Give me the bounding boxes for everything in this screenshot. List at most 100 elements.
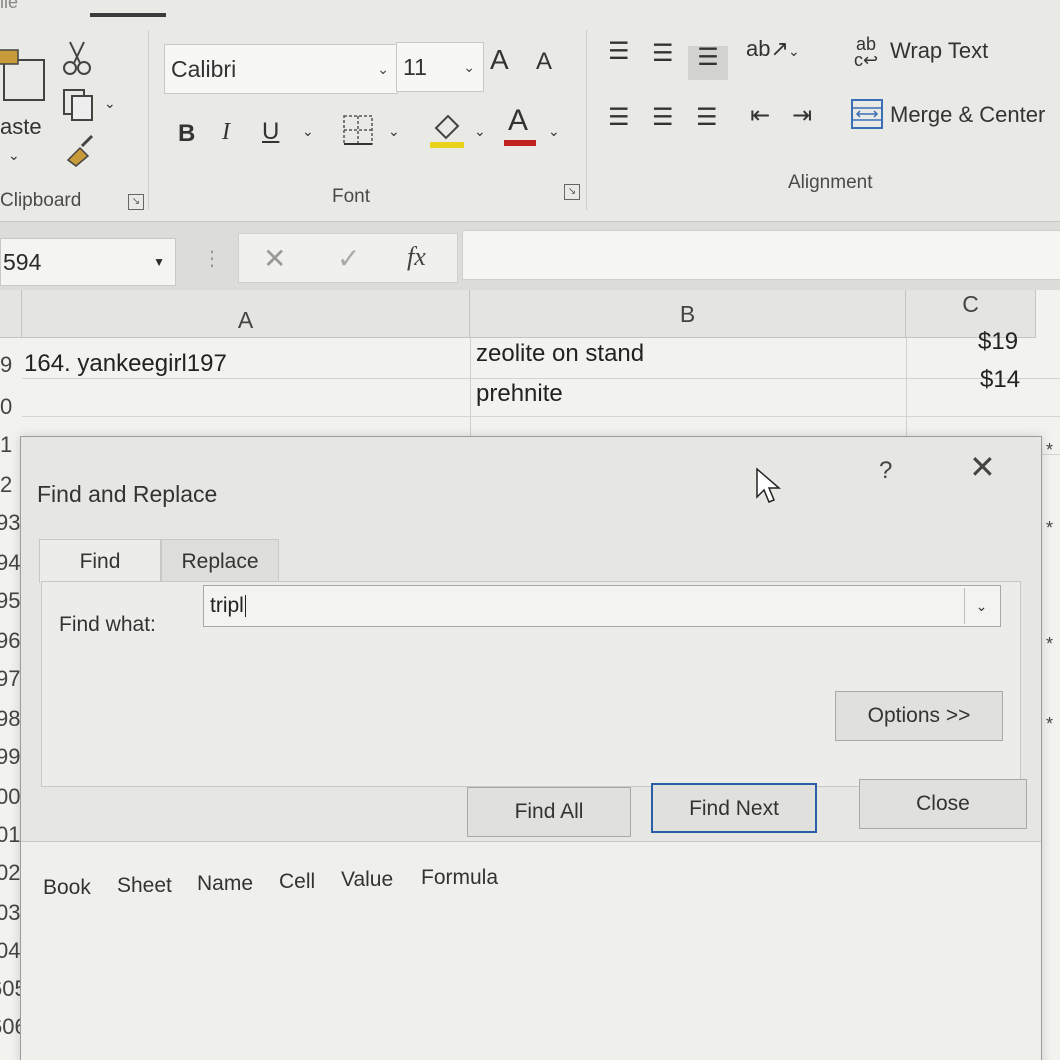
decrease-indent-icon[interactable]: ⇤: [750, 104, 770, 128]
row-number[interactable]: 97: [0, 666, 20, 692]
results-column-sheet[interactable]: Sheet: [117, 874, 172, 898]
name-box[interactable]: 594 ▼: [0, 238, 176, 286]
tab-find[interactable]: Find: [39, 539, 161, 583]
borders-icon[interactable]: [342, 114, 376, 148]
row-number[interactable]: 00: [0, 784, 20, 810]
row-number[interactable]: 0: [0, 394, 22, 420]
group-divider: [148, 30, 149, 210]
chevron-down-icon[interactable]: ⌄: [964, 588, 998, 624]
bold-button[interactable]: B: [178, 122, 195, 146]
align-right-icon[interactable]: ☰: [696, 106, 718, 130]
results-column-book[interactable]: Book: [43, 876, 91, 900]
clipboard-group-label: Clipboard: [0, 190, 82, 211]
group-divider: [586, 30, 587, 210]
row-number[interactable]: 01: [0, 822, 20, 848]
cancel-entry-icon[interactable]: ✕: [263, 242, 286, 275]
align-center-icon[interactable]: ☰: [652, 106, 674, 130]
close-button[interactable]: Close: [859, 779, 1027, 829]
find-all-button[interactable]: Find All: [467, 787, 631, 837]
select-all-corner[interactable]: [0, 290, 22, 338]
row-number[interactable]: 02: [0, 860, 20, 886]
cell-b[interactable]: prehnite: [476, 380, 563, 408]
cell-c[interactable]: $19: [978, 328, 1018, 356]
results-column-value[interactable]: Value: [341, 868, 393, 892]
insert-function-icon[interactable]: fx: [407, 242, 426, 272]
paste-button[interactable]: aste: [0, 114, 42, 140]
font-color-icon[interactable]: A: [508, 106, 528, 136]
formula-bar-grip-icon[interactable]: ⋮: [202, 246, 222, 271]
row-number[interactable]: 96: [0, 628, 20, 654]
orientation-dropdown-icon[interactable]: ⌄: [788, 44, 800, 58]
cell-marker: *: [1046, 714, 1054, 734]
tab-replace[interactable]: Replace: [161, 539, 279, 583]
orientation-icon[interactable]: ab↗: [746, 38, 789, 60]
column-header-b[interactable]: B: [470, 290, 906, 338]
cell-marker: *: [1046, 634, 1054, 654]
increase-font-size-icon[interactable]: A: [490, 46, 509, 74]
help-icon[interactable]: ?: [879, 457, 892, 485]
fill-color-icon[interactable]: [428, 110, 468, 150]
italic-button[interactable]: I: [222, 120, 230, 144]
row-number[interactable]: 2: [0, 472, 22, 498]
find-next-button[interactable]: Find Next: [651, 783, 817, 833]
row-number[interactable]: 95: [0, 588, 20, 614]
decrease-font-size-icon[interactable]: A: [536, 50, 552, 74]
format-painter-icon[interactable]: [62, 134, 98, 168]
results-column-name[interactable]: Name: [197, 872, 253, 896]
merge-center-icon[interactable]: [850, 98, 884, 130]
fill-color-dropdown-icon[interactable]: ⌄: [474, 124, 486, 138]
font-launcher-icon[interactable]: ↘: [564, 184, 580, 200]
row-number[interactable]: 9: [0, 352, 22, 378]
row-number[interactable]: 606: [0, 1014, 27, 1040]
align-left-icon[interactable]: ☰: [608, 106, 630, 130]
alignment-group-label: Alignment: [788, 172, 873, 193]
options-button[interactable]: Options >>: [835, 691, 1003, 741]
dialog-title: Find and Replace: [37, 481, 218, 507]
close-icon[interactable]: ✕: [969, 451, 996, 483]
home-tab-indicator[interactable]: [90, 13, 166, 17]
row-number[interactable]: 04: [0, 938, 20, 964]
merge-center-button[interactable]: Merge & Center: [890, 102, 1045, 128]
file-tab[interactable]: ile: [0, 0, 18, 13]
font-color-bar: [504, 140, 536, 146]
row-number[interactable]: 98: [0, 706, 20, 732]
chevron-down-icon[interactable]: ⌄: [463, 43, 475, 91]
chevron-down-icon[interactable]: ▼: [153, 239, 165, 285]
formula-input[interactable]: [462, 230, 1060, 280]
cell-a[interactable]: 164. yankeegirl197: [24, 350, 227, 378]
cut-icon[interactable]: [62, 38, 92, 78]
chevron-down-icon[interactable]: ⌄: [377, 45, 389, 93]
increase-indent-icon[interactable]: ⇥: [792, 104, 812, 128]
copy-icon[interactable]: [62, 88, 98, 122]
results-list[interactable]: Book Sheet Name Cell Value Formula: [21, 841, 1041, 1060]
font-size-combo[interactable]: 11 ⌄: [396, 42, 484, 92]
paste-icon[interactable]: [0, 42, 50, 106]
results-column-formula[interactable]: Formula: [421, 866, 498, 890]
column-header-a[interactable]: A: [22, 290, 470, 338]
row-number[interactable]: 605: [0, 976, 27, 1002]
underline-dropdown-icon[interactable]: ⌄: [302, 124, 314, 138]
results-column-cell[interactable]: Cell: [279, 870, 315, 894]
wrap-text-button[interactable]: Wrap Text: [890, 38, 988, 64]
align-middle-icon[interactable]: ☰: [652, 42, 674, 66]
font-name-combo[interactable]: Calibri ⌄: [164, 44, 398, 94]
font-color-dropdown-icon[interactable]: ⌄: [548, 124, 560, 138]
cell-b[interactable]: zeolite on stand: [476, 340, 644, 368]
row-number[interactable]: 94: [0, 550, 20, 576]
row-number[interactable]: 1: [0, 432, 22, 458]
paste-dropdown-icon[interactable]: ⌄: [8, 148, 20, 162]
underline-button[interactable]: U: [262, 120, 279, 144]
borders-dropdown-icon[interactable]: ⌄: [388, 124, 400, 138]
row-number[interactable]: 03: [0, 900, 20, 926]
clipboard-launcher-icon[interactable]: ↘: [128, 194, 144, 210]
copy-dropdown-icon[interactable]: ⌄: [104, 96, 116, 110]
find-what-input[interactable]: tripl ⌄: [203, 585, 1001, 627]
align-top-icon[interactable]: ☰: [608, 40, 630, 64]
ribbon-tab-strip: ile: [0, 0, 1060, 22]
enter-entry-icon[interactable]: ✓: [337, 242, 360, 275]
cell-c[interactable]: $14: [980, 366, 1020, 394]
row-number[interactable]: 99: [0, 744, 20, 770]
wrap-text-icon[interactable]: ab c↩: [854, 35, 878, 69]
row-number[interactable]: 93: [0, 510, 20, 536]
align-bottom-icon[interactable]: ☰: [688, 46, 728, 80]
